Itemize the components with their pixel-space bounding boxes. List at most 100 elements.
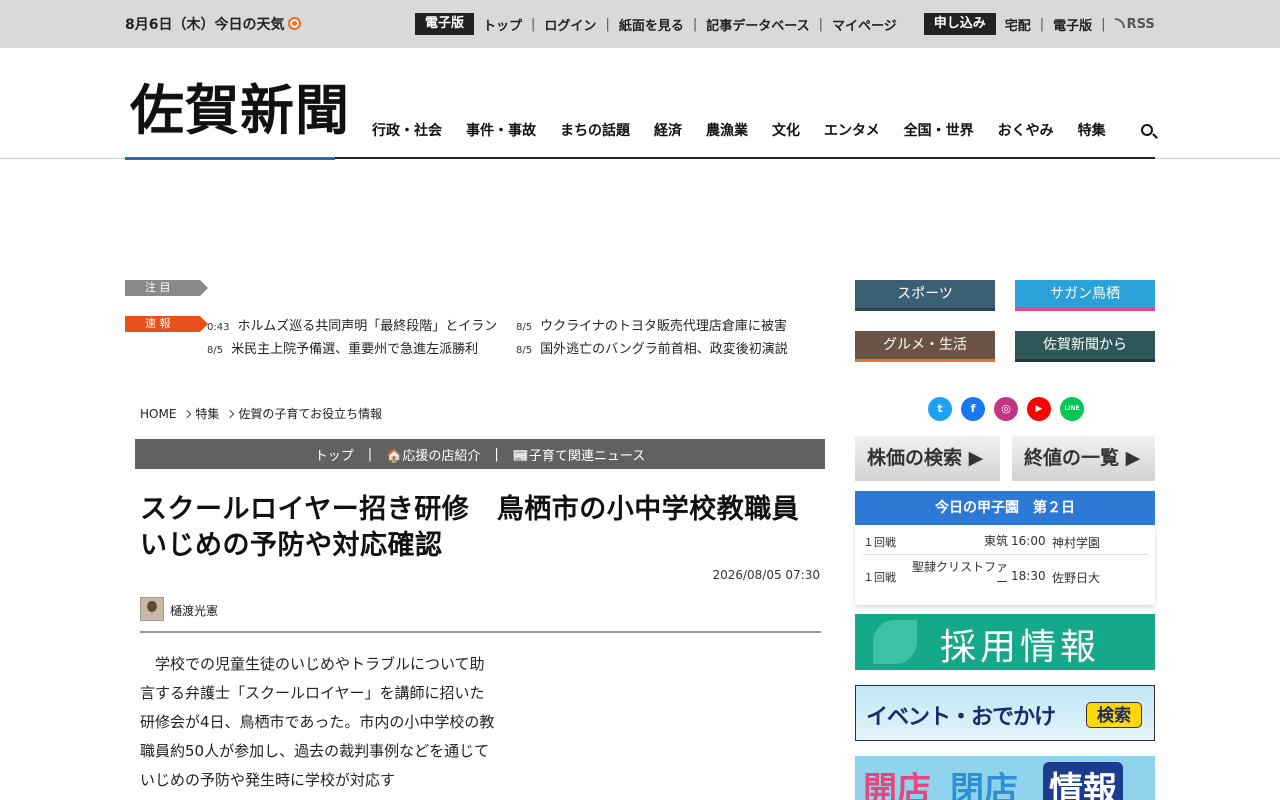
main-nav-tokushu[interactable]: 特集 — [1066, 120, 1118, 140]
main-nav-bunka[interactable]: 文化 — [760, 120, 812, 140]
category-from-saga-shimbun[interactable]: 佐賀新聞から — [1015, 331, 1155, 362]
article-date: 2026/08/05 07:30 — [712, 568, 820, 582]
top-nav-paper[interactable]: 紙面を見る — [610, 15, 693, 34]
main-nav-nogyogyo[interactable]: 農漁業 — [694, 120, 760, 140]
main-nav-jiken[interactable]: 事件・事故 — [454, 120, 548, 140]
author-name[interactable]: 樋渡光憲 — [170, 602, 218, 619]
breadcrumb-tokushu[interactable]: 特集 — [195, 405, 219, 422]
breadcrumb-current[interactable]: 佐賀の子育てお役立ち情報 — [238, 405, 382, 422]
youtube-icon[interactable]: ▶ — [1027, 397, 1051, 421]
date-weather[interactable]: 8月6日（木）今日の天気 — [125, 14, 302, 34]
subnav-shops[interactable]: 🏠応援の店紹介 — [386, 445, 480, 464]
main-nav-gyosei[interactable]: 行政・社会 — [360, 120, 454, 140]
main-nav-keizai[interactable]: 経済 — [642, 120, 694, 140]
top-nav-denshiban-badge[interactable]: 電子版 — [415, 13, 475, 35]
header-divider-dark — [335, 157, 1155, 159]
main-nav-zenkoku[interactable]: 全国・世界 — [892, 120, 986, 140]
category-sagan-tosu[interactable]: サガン鳥栖 — [1015, 280, 1155, 311]
top-nav-apply-badge[interactable]: 申し込み — [923, 13, 996, 35]
event-search-button[interactable]: 検索 — [1086, 702, 1142, 728]
game-time: 16:00 — [1011, 534, 1046, 548]
category-sports[interactable]: スポーツ — [855, 280, 995, 311]
breaking-label: 速 報 — [125, 316, 208, 332]
news-item[interactable]: 8/5 ウクライナのトヨタ販売代理店倉庫に被害 — [516, 315, 787, 334]
subnav-news[interactable]: 📰子育て関連ニュース — [513, 445, 646, 464]
main-nav: 行政・社会 事件・事故 まちの話題 経済 農漁業 文化 エンタメ 全国・世界 お… — [360, 120, 1118, 140]
line-icon[interactable]: LINE — [1060, 397, 1084, 421]
news-text: ウクライナのトヨタ販売代理店倉庫に被害 — [540, 319, 787, 334]
koshien-title[interactable]: 今日の甲子園 第２日 — [855, 491, 1155, 525]
leaf-icon — [873, 620, 917, 664]
category-gourmet[interactable]: グルメ・生活 — [855, 331, 995, 362]
news-text: 国外逃亡のバングラ前首相、政変後初演説 — [540, 342, 788, 357]
top-nav-denshiban[interactable]: 電子版 — [1044, 15, 1101, 34]
attention-label: 注 目 — [125, 280, 208, 296]
game-round: １回戦 — [863, 571, 896, 584]
site-logo[interactable]: 佐賀新聞 — [130, 80, 350, 140]
main-nav-machi[interactable]: まちの話題 — [548, 120, 642, 140]
instagram-glyph: ◎ — [1001, 402, 1011, 415]
facebook-icon[interactable]: f — [961, 397, 985, 421]
search-icon[interactable] — [1141, 124, 1153, 136]
game-team1: 東筑 — [983, 534, 1008, 548]
subnav-separator: | — [367, 446, 373, 462]
sun-icon — [288, 17, 302, 30]
weather-label: 今日の天気 — [214, 17, 285, 33]
top-nav: 電子版 トップ | ログイン | 紙面を見る | 記事データベース | マイペー… — [415, 13, 1164, 35]
top-nav-top[interactable]: トップ — [474, 15, 531, 34]
game-round: １回戦 — [863, 536, 896, 549]
news-time: 0:43 — [207, 322, 230, 333]
subnav-top[interactable]: トップ — [315, 445, 354, 464]
game-team1: 聖隷クリストファー — [911, 560, 1008, 589]
game-team2: 佐野日大 — [1052, 571, 1101, 585]
news-item[interactable]: 8/5 国外逃亡のバングラ前首相、政変後初演説 — [516, 338, 788, 357]
youtube-glyph: ▶ — [1035, 404, 1043, 414]
news-text: 米民主上院予備選、重要州で急進左派勝利 — [231, 342, 479, 357]
article-divider — [140, 631, 821, 633]
news-time: 8/5 — [207, 345, 224, 356]
chevron-right-icon — [183, 409, 192, 418]
twitter-glyph: t — [937, 402, 943, 415]
twitter-icon[interactable]: t — [928, 397, 952, 421]
event-banner-text: イベント・おでかけ — [866, 705, 1056, 730]
instagram-icon[interactable]: ◎ — [994, 397, 1018, 421]
news-item[interactable]: 0:43 ホルムズ巡る共同声明「最終段階」とイラン — [207, 315, 497, 334]
article-body: 学校での児童生徒のいじめやトラブルについて助言する弁護士「スクールロイヤー」を講… — [140, 655, 495, 789]
game-time: 18:30 — [1011, 569, 1046, 583]
breadcrumb-home[interactable]: HOME — [140, 407, 176, 421]
top-nav-mypage[interactable]: マイページ — [823, 15, 906, 34]
main-nav-entame[interactable]: エンタメ — [812, 120, 892, 140]
headline-line2: いじめの予防や対応確認 — [140, 530, 443, 561]
stock-search-button[interactable]: 株価の検索 ▶ — [855, 436, 1000, 481]
subnav-separator: | — [494, 446, 499, 462]
news-item[interactable]: 8/5 米民主上院予備選、重要州で急進左派勝利 — [207, 338, 478, 357]
news-text: ホルムズ巡る共同声明「最終段階」とイラン — [237, 319, 498, 334]
article-headline: スクールロイヤー招き研修 鳥栖市の小中学校教職員 いじめの予防や対応確認 — [140, 492, 830, 564]
top-nav-database[interactable]: 記事データベース — [697, 15, 818, 34]
top-nav-delivery[interactable]: 宅配 — [996, 15, 1040, 34]
current-date: 8月6日（木） — [125, 17, 215, 33]
facebook-glyph: f — [970, 402, 976, 415]
recruit-banner[interactable]: 採用情報 — [855, 614, 1155, 670]
game-divider — [863, 554, 1148, 555]
news-time: 8/5 — [516, 322, 533, 333]
section-subnav: トップ | 🏠応援の店紹介 | 📰子育て関連ニュース — [135, 439, 825, 469]
recruit-banner-text: 採用情報 — [940, 627, 1101, 668]
header-divider-accent — [125, 157, 335, 160]
game-team2: 神村学園 — [1052, 536, 1101, 550]
headline-line1: スクールロイヤー招き研修 鳥栖市の小中学校教職員 — [140, 494, 800, 525]
stock-list-button[interactable]: 終値の一覧 ▶ — [1012, 436, 1155, 481]
news-time: 8/5 — [516, 345, 533, 356]
event-banner[interactable]: イベント・おでかけ 検索 — [855, 685, 1155, 741]
breadcrumb: HOME 特集 佐賀の子育てお役立ち情報 — [140, 405, 382, 422]
top-bar: 8月6日（木）今日の天気 電子版 トップ | ログイン | 紙面を見る | 記事… — [0, 0, 1280, 48]
koshien-schedule: １回戦 東筑 16:00 神村学園 １回戦 聖隷クリストファー 18:30 佐野… — [855, 525, 1155, 605]
top-nav-rss[interactable]: RSS — [1106, 17, 1164, 32]
top-nav-login[interactable]: ログイン — [535, 15, 605, 34]
main-nav-okuyami[interactable]: おくやみ — [986, 120, 1066, 140]
shop-open-text: 開店 — [863, 770, 931, 800]
chevron-right-icon — [226, 409, 235, 418]
line-glyph: LINE — [1064, 405, 1080, 412]
rss-label: RSS — [1126, 16, 1155, 32]
shop-info-banner[interactable]: 開店 閉店 情報 — [855, 756, 1155, 800]
